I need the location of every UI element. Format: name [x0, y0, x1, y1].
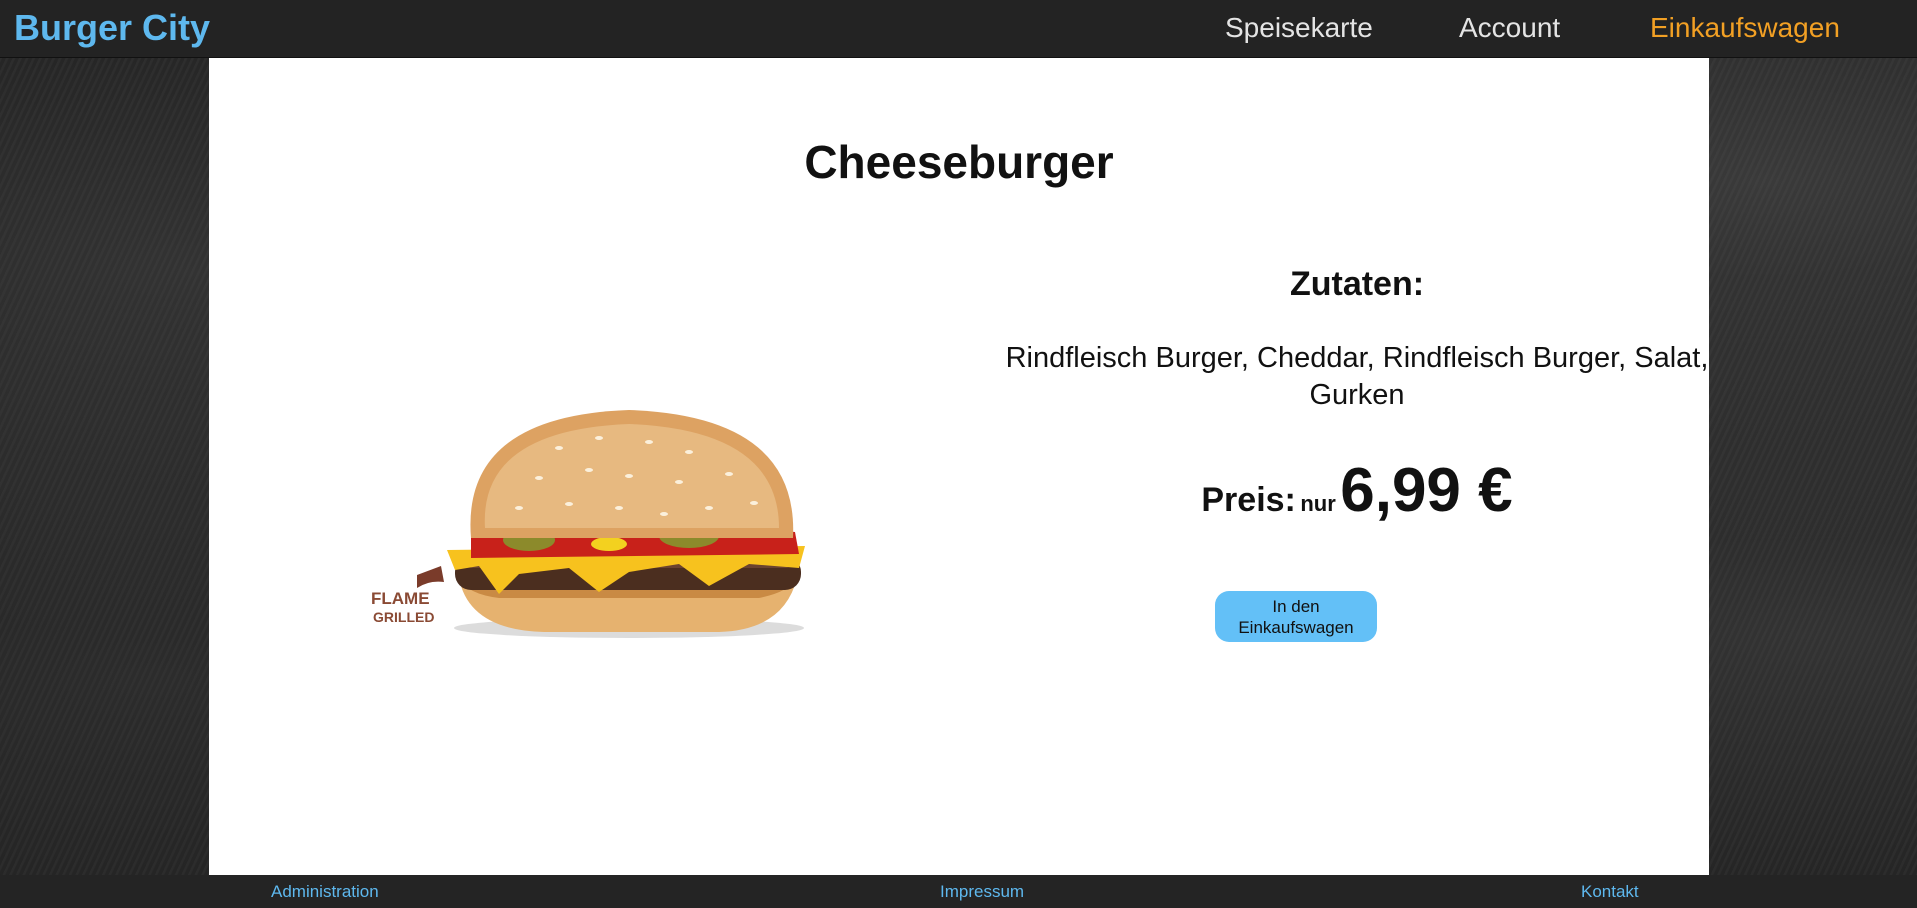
footer-administration-link[interactable]: Administration: [271, 882, 379, 902]
badge-flame-text: FLAME: [371, 589, 430, 608]
product-panel: Cheeseburger FLAME GRILLED Zutaten: Rind…: [209, 58, 1709, 875]
price-label: Preis:: [1201, 481, 1296, 519]
top-navigation: Burger City Speisekarte Account Einkaufs…: [0, 0, 1917, 58]
badge-grilled-text: GRILLED: [373, 609, 434, 625]
burger-image: FLAME GRILLED: [371, 410, 805, 638]
nav-speisekarte[interactable]: Speisekarte: [1225, 10, 1373, 46]
price-line: Preis: nur 6,99 €: [999, 456, 1715, 542]
footer-impressum-link[interactable]: Impressum: [940, 882, 1024, 902]
footer-kontakt-link[interactable]: Kontakt: [1581, 882, 1639, 902]
ingredients-list: Rindfleisch Burger, Cheddar, Rindfleisch…: [1005, 342, 1709, 411]
brand-logo-link[interactable]: Burger City: [14, 8, 210, 48]
product-title: Cheeseburger: [804, 136, 1114, 188]
nav-account[interactable]: Account: [1459, 10, 1560, 46]
flame-grilled-badge-icon: FLAME GRILLED: [371, 566, 444, 625]
price-prefix: nur: [1300, 491, 1336, 516]
nav-einkaufswagen[interactable]: Einkaufswagen: [1650, 10, 1840, 46]
price-value: 6,99 €: [1340, 456, 1513, 525]
add-to-cart-button[interactable]: In den Einkaufswagen: [1215, 591, 1377, 642]
ingredients-heading: Zutaten:: [1289, 265, 1425, 303]
footer: Administration Impressum Kontakt: [0, 875, 1917, 908]
